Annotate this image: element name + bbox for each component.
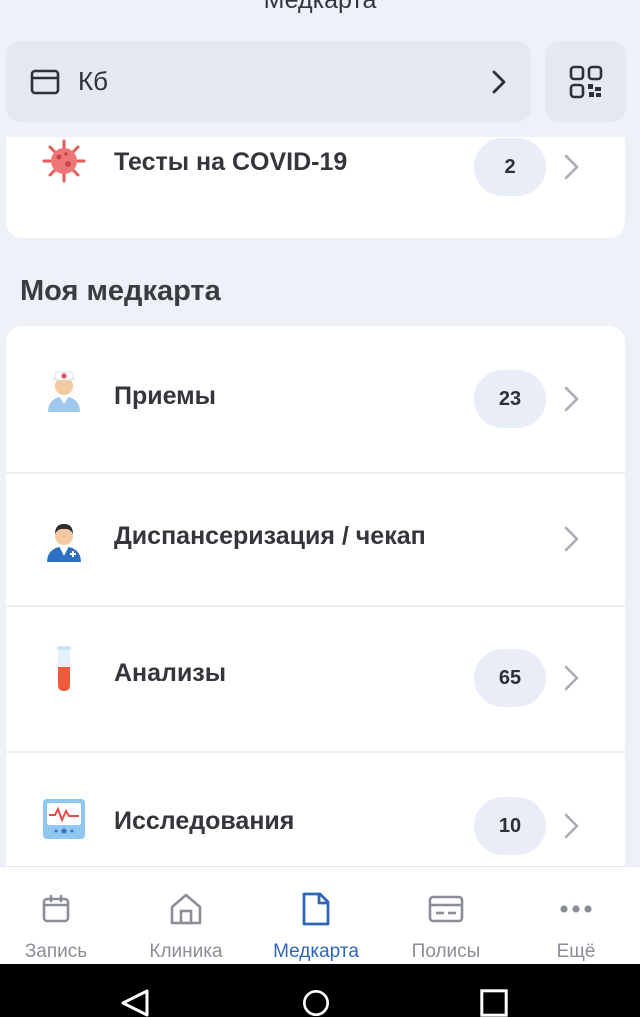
chevron-right-icon	[564, 665, 579, 691]
covid-row[interactable]: Тесты на COVID-19 2	[6, 137, 625, 197]
document-icon	[296, 889, 336, 929]
medcard-list: Приемы 23 Диспансеризация / чекап Анализ…	[6, 326, 625, 871]
count-badge: 65	[474, 649, 546, 707]
chevron-right-icon	[564, 154, 579, 180]
covid-card[interactable]: Тесты на COVID-19 2	[6, 137, 625, 238]
account-label: Кб	[78, 66, 109, 96]
list-item-label: Исследования	[114, 807, 295, 835]
tab-appointment[interactable]: Запись	[0, 867, 120, 965]
tab-label: Клиника	[149, 941, 223, 962]
doctor-icon	[42, 368, 86, 412]
list-item-label: Диспансеризация / чекап	[114, 522, 426, 550]
test-tube-icon	[42, 646, 86, 691]
covid-title: Тесты на COVID-19	[114, 148, 348, 176]
monitor-icon	[42, 797, 86, 841]
bottom-tab-bar: Запись Клиника Медкарта Полисы Ещё	[0, 866, 640, 964]
card-outline-icon	[30, 69, 60, 94]
home-icon	[166, 889, 206, 929]
list-item-checkup[interactable]: Диспансеризация / чекап	[6, 474, 625, 605]
tab-more[interactable]: Ещё	[512, 867, 640, 965]
recents-icon[interactable]	[478, 988, 510, 1017]
calendar-icon	[36, 889, 76, 929]
card-icon	[426, 889, 466, 929]
checkup-icon	[42, 518, 86, 562]
list-item-appointments[interactable]: Приемы 23	[6, 326, 625, 472]
chevron-right-icon	[564, 386, 579, 412]
count-badge: 23	[474, 370, 546, 428]
chevron-right-icon	[564, 526, 579, 552]
virus-icon	[42, 139, 86, 183]
chevron-right-icon	[492, 70, 506, 93]
tab-label: Запись	[24, 941, 88, 962]
system-navigation-bar	[0, 964, 640, 1017]
back-icon[interactable]	[119, 988, 151, 1017]
tab-label: Медкарта	[273, 941, 359, 962]
section-title: Моя медкарта	[20, 275, 221, 307]
tab-medcard[interactable]: Медкарта	[252, 867, 380, 965]
tab-label: Полисы	[411, 941, 481, 962]
list-item-research[interactable]: Исследования 10	[6, 753, 625, 871]
covid-count-badge: 2	[474, 138, 546, 196]
chevron-right-icon	[564, 813, 579, 839]
tab-clinic[interactable]: Клиника	[122, 867, 250, 965]
more-icon	[556, 889, 596, 929]
tab-policies[interactable]: Полисы	[382, 867, 510, 965]
qr-code-button[interactable]	[545, 41, 626, 122]
page-title: Медкарта	[263, 0, 377, 14]
list-item-label: Анализы	[114, 659, 227, 687]
qr-code-icon	[569, 65, 602, 98]
count-badge: 10	[474, 797, 546, 855]
account-selector[interactable]: Кб	[6, 41, 531, 122]
home-nav-icon[interactable]	[298, 988, 334, 1017]
tab-label: Ещё	[556, 941, 596, 962]
list-item-label: Приемы	[114, 382, 217, 410]
list-item-tests[interactable]: Анализы 65	[6, 607, 625, 751]
